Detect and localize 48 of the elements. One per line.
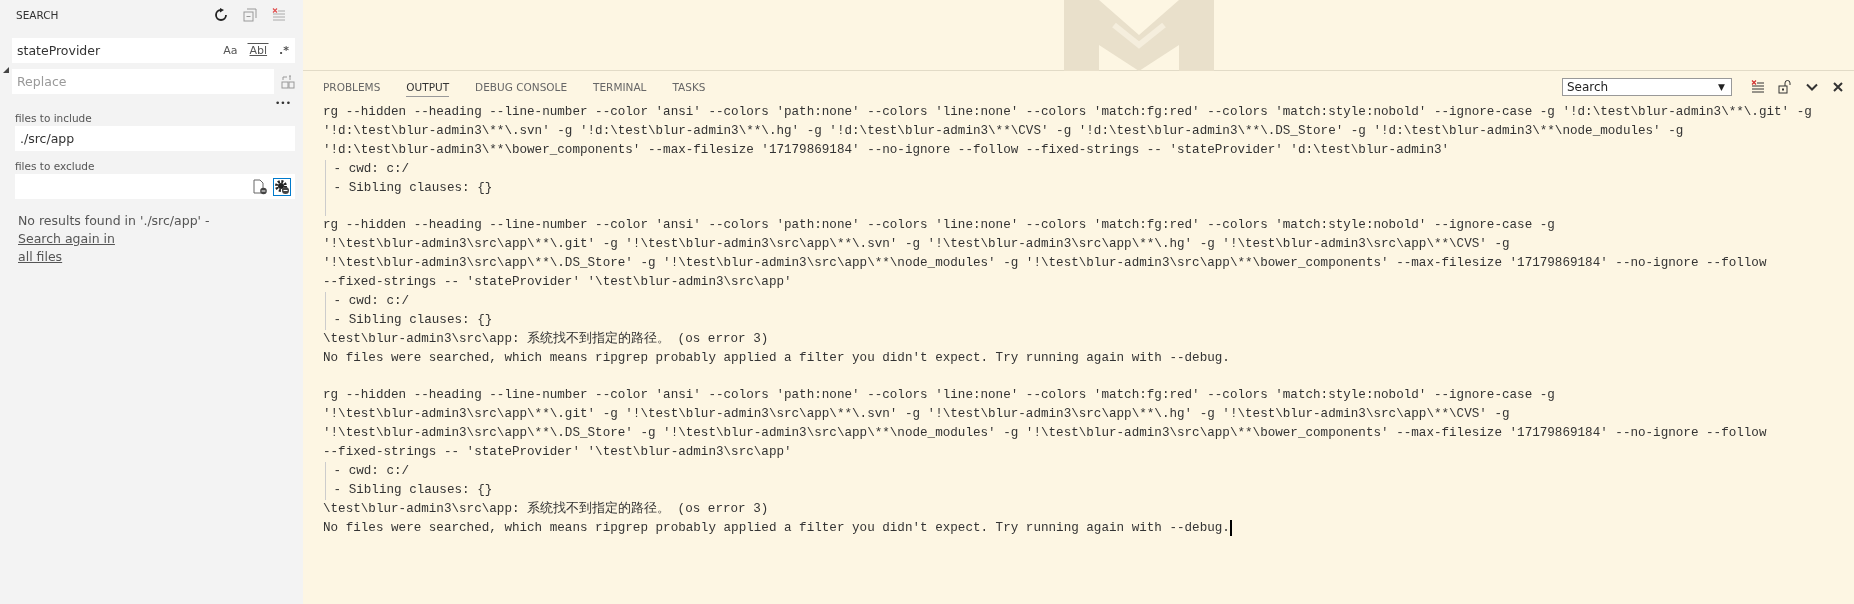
search-field[interactable]: stateProvider Aa Abl .* [12, 38, 295, 63]
output-line: '!\test\blur-admin3\src\app\**\.DS_Store' -g '!\test\blur-admin3\src\app\**\node_modules' -g '!\test\blur-admin3\src\app\**\bower_components' --max-filesize '17179869184' --no-ignore --follow [323, 425, 1767, 443]
toggle-details-button[interactable]: ••• [275, 98, 291, 112]
output-line: - cwd: c:/ [332, 462, 410, 480]
panel-tab[interactable]: TASKS [672, 77, 706, 97]
include-field[interactable]: ./src/app [15, 126, 295, 151]
regex-toggle[interactable]: .* [277, 42, 291, 59]
refresh-icon[interactable] [214, 8, 228, 22]
panel-tab[interactable]: PROBLEMS [323, 77, 381, 97]
panel-tab[interactable]: OUTPUT [406, 77, 450, 97]
output-line: No files were searched, which means ripgrep probably applied a filter you didn't expect. Try running again with --debug. [323, 519, 1230, 537]
panel-tab[interactable]: TERMINAL [593, 77, 647, 97]
whole-word-toggle[interactable]: Abl [247, 42, 270, 59]
output-line: - Sibling clauses: {} [332, 179, 493, 197]
output-channel-select[interactable]: Search ▼ [1562, 78, 1732, 96]
no-results-message: No results found in './src/app' - Search again in all files [18, 212, 211, 266]
file-exclude-icon[interactable] [253, 178, 267, 195]
output-line: - Sibling clauses: {} [332, 311, 493, 329]
output-line: '!d:\test\blur-admin3\**\.svn' -g '!d:\test\blur-admin3\**\.hg' -g '!d:\test\blur-admin3\**\CVS' -g '!d:\test\blur-admin3\**\.DS_Store' -g '!d:\test\blur-admin3\**\node_modules' -g [323, 122, 1684, 140]
exclude-settings-toggle[interactable] [273, 177, 291, 196]
lock-icon[interactable] [1778, 80, 1792, 94]
output-line: - Sibling clauses: {} [332, 481, 493, 499]
output-line: --fixed-strings -- 'stateProvider' '\test\blur-admin3\src\app' [323, 274, 792, 291]
output-line: rg --hidden --heading --line-number --color 'ansi' --colors 'path:none' --colors 'line:none' --colors 'match:fg:red' --colors 'match:style:nobold' --ignore-case -g [323, 217, 1555, 235]
close-icon[interactable] [1832, 81, 1844, 93]
panel-tab[interactable]: DEBUG CONSOLE [475, 77, 568, 97]
output-line: - cwd: c:/ [332, 292, 410, 310]
output-line: rg --hidden --heading --line-number --color 'ansi' --colors 'path:none' --colors 'line:none' --colors 'match:fg:red' --colors 'match:style:nobold' --ignore-case -g [323, 387, 1555, 405]
output-line: \test\blur-admin3\src\app: 系统找不到指定的路径。 (os error 3) [323, 330, 769, 348]
exclude-field[interactable] [15, 174, 295, 199]
output-line: --fixed-strings -- 'stateProvider' '\test\blur-admin3\src\app' [323, 444, 792, 462]
field-label: files to exclude [15, 160, 96, 172]
output-line: - cwd: c:/ [332, 160, 410, 178]
clear-results-icon[interactable] [272, 8, 286, 22]
search-again-link[interactable]: Search again in all files [18, 230, 118, 266]
output-line: \test\blur-admin3\src\app: 系统找不到指定的路径。 (os error 3) [323, 500, 769, 518]
clear-output-icon[interactable] [1751, 80, 1765, 94]
output-line: rg --hidden --heading --line-number --color 'ansi' --colors 'path:none' --colors 'line:none' --colors 'match:fg:red' --colors 'match:style:nobold' --ignore-case -g '!d:\test\blur-admin3\**\.git' -g [323, 104, 1812, 121]
output-line: '!\test\blur-admin3\src\app\**\.git' -g '!\test\blur-admin3\src\app\**\.svn' -g '!\test\blur-admin3\src\app\**\.hg' -g '!\test\blur-admin3\src\app\**\CVS' -g [323, 406, 1510, 424]
output-line: '!d:\test\blur-admin3\**\bower_components' --max-filesize '17179869184' --no-ignore --follow --fixed-strings -- 'stateProvider' 'd:\test\blur-admin3' [323, 141, 1450, 159]
output-line: No files were searched, which means ripgrep probably applied a filter you didn't expect. Try running again with --debug. [323, 349, 1230, 367]
output-line: '!\test\blur-admin3\src\app\**\.DS_Store' -g '!\test\blur-admin3\src\app\**\node_modules' -g '!\test\blur-admin3\src\app\**\bower_components' --max-filesize '17179869184' --no-ignore --follow [323, 255, 1767, 273]
replace-field[interactable]: Replace [12, 69, 274, 94]
expand-toggle-icon[interactable] [3, 67, 9, 73]
output-line: '!\test\blur-admin3\src\app\**\.git' -g '!\test\blur-admin3\src\app\**\.svn' -g '!\test\blur-admin3\src\app\**\.hg' -g '!\test\blur-admin3\src\app\**\CVS' -g [323, 236, 1510, 254]
match-case-toggle[interactable]: Aa [221, 42, 240, 59]
field-label: files to include [15, 112, 93, 124]
sidebar-title: SEARCH [16, 9, 59, 21]
